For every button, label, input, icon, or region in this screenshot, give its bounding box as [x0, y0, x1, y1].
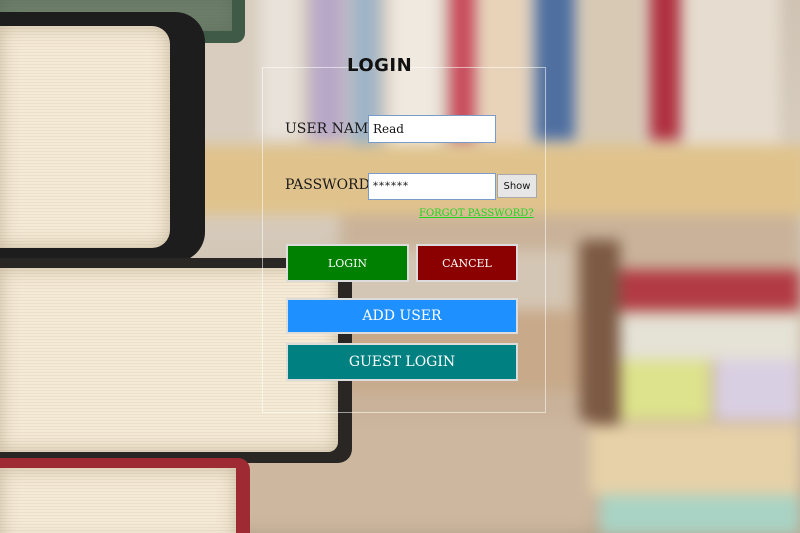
login-title: LOGIN [347, 55, 413, 76]
book-dark [0, 12, 205, 262]
password-value: ****** [373, 181, 409, 192]
book-red [0, 458, 250, 533]
password-label: PASSWORD [285, 177, 370, 193]
username-label: USER NAME [285, 121, 379, 137]
show-password-button[interactable]: Show [497, 174, 537, 198]
add-user-button[interactable]: ADD USER [286, 298, 518, 334]
guest-login-button[interactable]: GUEST LOGIN [286, 343, 518, 381]
forgot-password-link[interactable]: FORGOT PASSWORD? [419, 208, 534, 219]
cancel-button[interactable]: CANCEL [416, 244, 518, 282]
username-field[interactable]: Read [368, 115, 496, 143]
password-field[interactable]: ****** [368, 173, 496, 200]
login-button[interactable]: LOGIN [286, 244, 409, 282]
username-value: Read [373, 122, 404, 136]
